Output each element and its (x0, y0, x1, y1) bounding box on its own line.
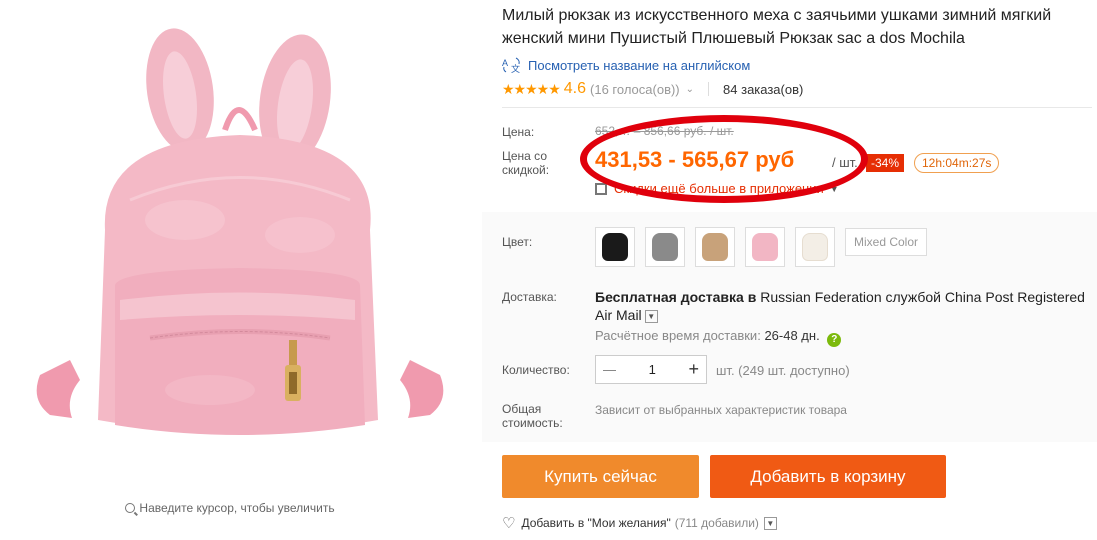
translate-link[interactable]: A文 Посмотреть название на английском (502, 56, 750, 75)
quantity-stepper: — 1 + (595, 355, 707, 384)
original-price: 652,… – 856,66 руб. / шт. (595, 124, 734, 138)
chevron-down-icon[interactable]: ⌄ (686, 84, 694, 95)
countdown-timer: 12h:04m:27s (914, 153, 1000, 173)
caret-down-icon[interactable]: ▼ (830, 184, 839, 194)
rating-value: 4.6 (563, 80, 587, 97)
total-value: Зависит от выбранных характеристик товар… (595, 403, 847, 417)
magnifier-icon (125, 503, 136, 513)
divider (502, 107, 1092, 108)
discount-label-line1: Цена со (502, 149, 547, 163)
mixed-color-option[interactable]: Mixed Color (845, 228, 928, 256)
buy-now-button[interactable]: Купить сейчас (502, 455, 699, 498)
color-swatch[interactable] (645, 227, 685, 267)
chevron-down-icon[interactable]: ▼ (763, 516, 777, 530)
product-page: Наведите курсор, чтобы увеличить Милый р… (0, 0, 1097, 540)
discount-badge: -34% (866, 154, 905, 172)
product-image[interactable] (10, 20, 470, 460)
wishlist-count: (711 добавили) (674, 516, 759, 530)
product-info: Милый рюкзак из искусственного меха с за… (482, 0, 1097, 540)
app-discount-link[interactable]: Скидки ещё больше в приложении ▼ (595, 181, 839, 196)
app-discount-text[interactable]: Скидки ещё больше в приложении (614, 181, 824, 196)
delivery-time-value: 26-48 дн. (764, 328, 820, 343)
discount-price: 431,53 - 565,67 руб (595, 147, 795, 172)
color-swatch[interactable] (695, 227, 735, 267)
svg-text:文: 文 (511, 63, 520, 74)
shipping-service-prefix: службой (885, 289, 941, 305)
svg-text:A: A (502, 58, 508, 68)
total-label-line2: стоимость: (502, 416, 563, 430)
color-label: Цвет: (502, 235, 533, 249)
add-to-cart-button[interactable]: Добавить в корзину (710, 455, 946, 498)
zoom-hint-text: Наведите курсор, чтобы увеличить (139, 501, 335, 515)
shipping-country[interactable]: Russian Federation (760, 289, 881, 305)
discount-price-label: Цена со скидкой: (502, 149, 549, 177)
help-icon[interactable]: ? (827, 333, 842, 347)
translate-icon: A文 (502, 56, 522, 74)
color-swatch[interactable] (595, 227, 635, 267)
delivery-time: Расчётное время доставки: 26-48 дн. ? (595, 328, 842, 347)
votes-count[interactable]: (16 голоса(ов)) (590, 82, 680, 97)
quantity-plus-button[interactable]: + (688, 359, 699, 380)
rating-row: ★★★★★ 4.6 (16 голоса(ов)) ⌄ 84 заказа(ов… (502, 80, 803, 98)
delivery-time-label: Расчётное время доставки: (595, 328, 761, 343)
total-label: Общая стоимость: (502, 402, 563, 430)
zoom-hint: Наведите курсор, чтобы увеличить (0, 501, 460, 515)
quantity-label: Количество: (502, 363, 570, 377)
shipping-label: Доставка: (502, 290, 557, 304)
discount-label-line2: скидкой: (502, 163, 550, 177)
divider (708, 82, 710, 96)
free-shipping-text: Бесплатная доставка в (595, 289, 757, 305)
color-swatches: Mixed Color (595, 227, 928, 267)
quantity-available: шт. (249 шт. доступно) (716, 363, 850, 378)
product-title: Милый рюкзак из искусственного меха с за… (502, 7, 1052, 47)
quantity-minus-button[interactable]: — (603, 362, 616, 377)
qr-code-icon (595, 182, 607, 195)
color-swatch[interactable] (795, 227, 835, 267)
wishlist-text[interactable]: Добавить в "Мои желания" (521, 516, 670, 530)
translate-link-text[interactable]: Посмотреть название на английском (528, 58, 750, 73)
chevron-down-icon[interactable]: ▼ (644, 310, 658, 323)
shipping-info: Бесплатная доставка в Russian Federation… (595, 288, 1090, 324)
rating-stars: ★★★★★ (502, 80, 561, 97)
total-label-line1: Общая (502, 402, 542, 416)
quantity-input[interactable]: 1 (649, 362, 656, 377)
heart-icon: ♡ (502, 515, 516, 532)
orders-count: 84 заказа(ов) (723, 81, 804, 97)
per-unit: / шт. (832, 155, 858, 170)
product-gallery: Наведите курсор, чтобы увеличить (0, 0, 480, 540)
wishlist-link[interactable]: ♡ Добавить в "Мои желания" (711 добавили… (502, 514, 777, 532)
color-swatch[interactable] (745, 227, 785, 267)
price-label: Цена: (502, 125, 535, 139)
